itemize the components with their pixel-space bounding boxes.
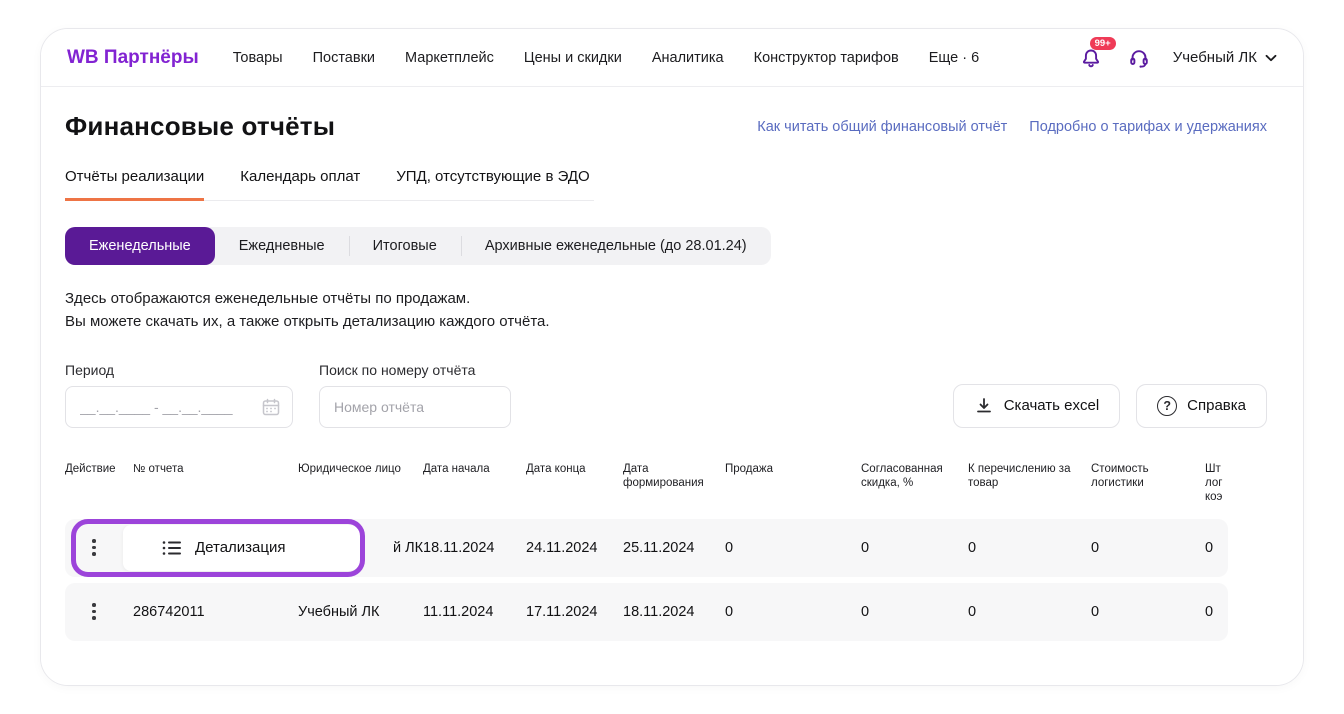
page-title: Финансовые отчёты — [65, 111, 335, 142]
notifications-button[interactable]: 99+ — [1077, 44, 1105, 72]
cell-transfer: 0 — [968, 540, 1091, 556]
calendar-icon[interactable] — [261, 397, 281, 417]
financial-reports-page: Финансовые отчёты Как читать общий финан… — [41, 87, 1303, 686]
headset-icon — [1127, 46, 1151, 70]
cell-start-date: 18.11.2024 — [423, 540, 526, 556]
column-header-logistics-cost: Стоимость логистики — [1091, 462, 1205, 491]
account-name: Учебный ЛК — [1173, 49, 1257, 66]
nav-item-marketplace[interactable]: Маркетплейс — [405, 50, 494, 66]
column-header-clipped: Шт лог коэ — [1205, 462, 1228, 505]
column-header-formed-date: Дата формирования — [623, 462, 725, 491]
search-label: Поиск по номеру отчёта — [319, 362, 511, 378]
question-icon: ? — [1157, 396, 1177, 416]
top-navbar: WB Партнёры Товары Поставки Маркетплейс … — [41, 29, 1303, 87]
nav-item-supplies[interactable]: Поставки — [313, 50, 375, 66]
period-input[interactable] — [65, 386, 293, 428]
cell-transfer: 0 — [968, 604, 1091, 620]
reports-table: Действие № отчета Юридическое лицо Дата … — [65, 462, 1228, 641]
navbar-right: 99+ Учебный ЛК — [1077, 44, 1277, 72]
column-header-sale: Продажа — [725, 462, 861, 476]
list-icon — [161, 538, 183, 558]
detail-button-label: Детализация — [195, 539, 286, 556]
segment-daily[interactable]: Ежедневные — [215, 227, 349, 265]
account-switcher[interactable]: Учебный ЛК — [1173, 49, 1277, 66]
description-line-1: Здесь отображаются еженедельные отчёты п… — [65, 287, 1267, 310]
column-header-end-date: Дата конца — [526, 462, 623, 476]
table-header-row: Действие № отчета Юридическое лицо Дата … — [65, 462, 1228, 513]
period-field: Период — [65, 362, 293, 428]
cell-end-date: 24.11.2024 — [526, 540, 623, 556]
tab-sales-reports[interactable]: Отчёты реализации — [65, 168, 204, 201]
nav-item-more[interactable]: Еще · 6 — [929, 50, 979, 66]
segment-final[interactable]: Итоговые — [349, 227, 461, 265]
cell-extra: 0 — [1205, 540, 1228, 556]
table-row[interactable]: 286742011 Учебный ЛК 11.11.2024 17.11.20… — [65, 583, 1228, 641]
cell-extra: 0 — [1205, 604, 1228, 620]
row-actions-kebab-icon[interactable] — [86, 597, 102, 626]
help-button[interactable]: ? Справка — [1136, 384, 1267, 428]
cell-discount: 0 — [861, 540, 968, 556]
cell-legal-entity: Учебный ЛК — [298, 604, 423, 620]
column-header-report-number: № отчета — [133, 462, 298, 476]
app-window: WB Партнёры Товары Поставки Маркетплейс … — [40, 28, 1304, 686]
cell-end-date: 17.11.2024 — [526, 604, 623, 620]
wb-logo[interactable]: WB Партнёры — [67, 47, 199, 69]
table-actions: Скачать excel ? Справка — [953, 384, 1267, 428]
download-excel-button[interactable]: Скачать excel — [953, 384, 1120, 428]
column-header-action: Действие — [65, 462, 133, 476]
nav-item-prices[interactable]: Цены и скидки — [524, 50, 622, 66]
filters-row: Период Поиск по номеру отчёта — [65, 362, 1267, 428]
section-description: Здесь отображаются еженедельные отчёты п… — [65, 287, 1267, 334]
link-tariffs-details[interactable]: Подробно о тарифах и удержаниях — [1029, 119, 1267, 135]
nav-item-goods[interactable]: Товары — [233, 50, 283, 66]
report-search-field: Поиск по номеру отчёта — [319, 362, 511, 428]
chevron-down-icon — [1265, 54, 1277, 62]
tab-upd-edo[interactable]: УПД, отсутствующие в ЭДО — [396, 168, 589, 201]
description-line-2: Вы можете скачать их, а также открыть де… — [65, 310, 1267, 333]
column-header-legal-entity: Юридическое лицо — [298, 462, 423, 476]
link-how-to-read-report[interactable]: Как читать общий финансовый отчёт — [757, 119, 1007, 135]
main-menu: Товары Поставки Маркетплейс Цены и скидк… — [233, 50, 979, 66]
column-header-start-date: Дата начала — [423, 462, 526, 476]
cell-discount: 0 — [861, 604, 968, 620]
nav-item-tariff-builder[interactable]: Конструктор тарифов — [754, 50, 899, 66]
tab-payment-calendar[interactable]: Календарь оплат — [240, 168, 360, 201]
cell-logistics: 0 — [1091, 540, 1205, 556]
download-icon — [974, 396, 994, 416]
help-button-label: Справка — [1187, 397, 1246, 414]
report-number-input[interactable] — [319, 386, 511, 428]
column-header-discount: Согласованная скидка, % — [861, 462, 968, 491]
cell-sale: 0 — [725, 604, 861, 620]
cell-sale: 0 — [725, 540, 861, 556]
cell-formed-date: 18.11.2024 — [623, 604, 725, 620]
cell-report-number: 286742011 — [133, 604, 298, 620]
segment-archive-weekly[interactable]: Архивные еженедельные (до 28.01.24) — [461, 227, 771, 265]
column-header-transfer: К перечислению за товар — [968, 462, 1091, 491]
cell-start-date: 11.11.2024 — [423, 604, 526, 620]
report-type-segments: Еженедельные Ежедневные Итоговые Архивны… — [65, 227, 771, 265]
support-button[interactable] — [1125, 44, 1153, 72]
help-links: Как читать общий финансовый отчёт Подроб… — [757, 119, 1267, 135]
detail-menu-item[interactable]: Детализация — [123, 525, 361, 571]
nav-item-analytics[interactable]: Аналитика — [652, 50, 724, 66]
period-label: Период — [65, 362, 293, 378]
cell-formed-date: 25.11.2024 — [623, 540, 725, 556]
cell-logistics: 0 — [1091, 604, 1205, 620]
segment-weekly[interactable]: Еженедельные — [65, 227, 215, 265]
report-tabs: Отчёты реализации Календарь оплат УПД, о… — [65, 168, 594, 201]
notification-badge: 99+ — [1090, 37, 1116, 51]
table-row[interactable]: й ЛК 18.11.2024 24.11.2024 25.11.2024 0 … — [65, 519, 1228, 577]
row-actions-kebab-icon[interactable] — [86, 533, 102, 562]
download-excel-label: Скачать excel — [1004, 397, 1099, 414]
